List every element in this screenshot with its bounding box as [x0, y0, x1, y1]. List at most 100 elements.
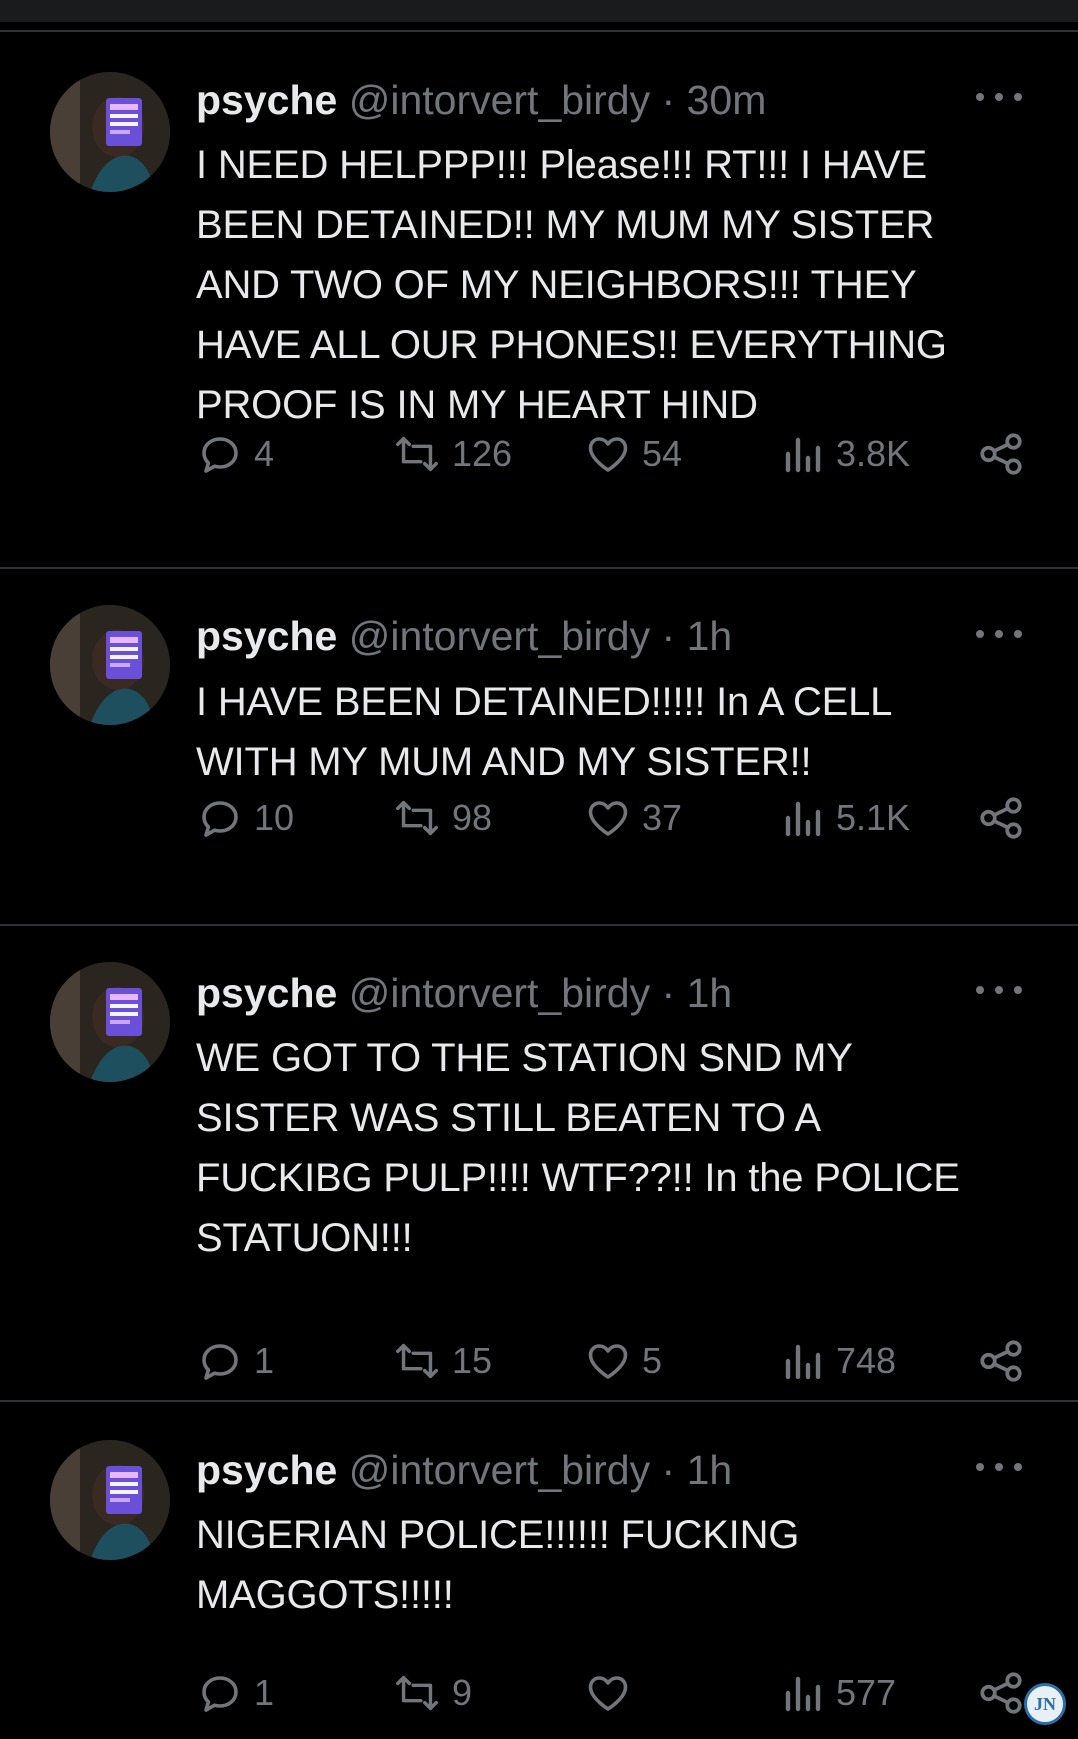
reply-icon: [202, 801, 238, 837]
views-count: 3.8K: [836, 433, 911, 474]
display-name[interactable]: psyche: [196, 970, 337, 1016]
tweet-header: psyche @intorvert_birdy · 1h: [196, 1445, 1038, 1495]
reply-button[interactable]: 1: [196, 1336, 274, 1386]
repost-button[interactable]: 98: [392, 793, 492, 843]
like-button[interactable]: 54: [584, 429, 682, 479]
like-icon: [588, 1676, 628, 1711]
display-name[interactable]: psyche: [196, 613, 337, 659]
repost-count: 126: [452, 433, 513, 474]
tweet[interactable]: psyche @intorvert_birdy · 30m I NEED HEL…: [0, 32, 1078, 567]
avatar-image: [50, 605, 170, 725]
display-name[interactable]: psyche: [196, 77, 337, 123]
share-button[interactable]: [976, 1336, 1026, 1386]
reply-count: 1: [254, 1672, 275, 1713]
repost-button[interactable]: 9: [392, 1668, 472, 1718]
separator-dot: ·: [661, 77, 676, 123]
views-icon: [785, 437, 821, 473]
separator-dot: ·: [661, 970, 676, 1016]
separator-dot: ·: [661, 613, 676, 659]
views-icon: [785, 801, 821, 837]
reply-count: 10: [254, 797, 295, 838]
views-count: 577: [836, 1672, 897, 1713]
repost-icon: [396, 436, 438, 472]
user-handle[interactable]: @intorvert_birdy: [349, 613, 650, 659]
tweet[interactable]: psyche @intorvert_birdy · 1h NIGERIAN PO…: [0, 1402, 1078, 1739]
tweet-text: I HAVE BEEN DETAINED!!!!! In A CELL WITH…: [196, 680, 893, 784]
repost-count: 15: [452, 1340, 493, 1381]
more-options-icon[interactable]: [976, 624, 1022, 644]
repost-icon: [396, 1343, 438, 1379]
share-button[interactable]: [976, 793, 1026, 843]
views-count: 748: [836, 1340, 897, 1381]
views-count: 5.1K: [836, 797, 911, 838]
separator-dot: ·: [661, 1447, 676, 1493]
like-icon: [588, 1344, 628, 1379]
tweet-header: psyche @intorvert_birdy · 1h: [196, 611, 1038, 661]
reply-count: 1: [254, 1340, 275, 1381]
more-options-icon[interactable]: [976, 980, 1022, 1000]
like-icon: [588, 801, 628, 836]
repost-button[interactable]: 15: [392, 1336, 492, 1386]
tweet-header: psyche @intorvert_birdy · 30m: [196, 75, 1038, 125]
tweet[interactable]: psyche @intorvert_birdy · 1h WE GOT TO T…: [0, 926, 1078, 1400]
repost-button[interactable]: 126: [392, 429, 512, 479]
more-options-icon[interactable]: [976, 1457, 1022, 1477]
like-icon: [588, 437, 628, 472]
status-bar: [0, 0, 1078, 22]
views-button[interactable]: 5.1K: [782, 793, 910, 843]
avatar[interactable]: [50, 962, 170, 1082]
reply-button[interactable]: 4: [196, 429, 274, 479]
reply-count: 4: [254, 433, 275, 474]
avatar-image: [50, 962, 170, 1082]
timestamp[interactable]: 1h: [687, 613, 733, 659]
action-bar: 1 9 577: [196, 1668, 1036, 1718]
repost-count: 9: [452, 1672, 473, 1713]
timestamp[interactable]: 1h: [687, 1447, 733, 1493]
tweet-text: WE GOT TO THE STATION SND MY SISTER WAS …: [196, 1036, 960, 1260]
timestamp[interactable]: 1h: [687, 970, 733, 1016]
like-count: 5: [642, 1340, 663, 1381]
like-button[interactable]: 5: [584, 1336, 662, 1386]
repost-icon: [396, 800, 438, 836]
views-icon: [785, 1344, 821, 1380]
reply-icon: [202, 437, 238, 473]
reply-button[interactable]: 10: [196, 793, 294, 843]
avatar[interactable]: [50, 72, 170, 192]
user-handle[interactable]: @intorvert_birdy: [349, 77, 650, 123]
action-bar: 10 98 37 5.1K: [196, 793, 1036, 843]
avatar[interactable]: [50, 1440, 170, 1560]
avatar-image: [50, 72, 170, 192]
tweet-text: NIGERIAN POLICE!!!!!! FUCKING MAGGOTS!!!…: [196, 1513, 800, 1617]
views-icon: [785, 1676, 821, 1712]
tweet-text: I NEED HELPPP!!! Please!!! RT!!! I HAVE …: [196, 143, 947, 427]
share-button[interactable]: [976, 429, 1026, 479]
watermark-logo: JN: [1024, 1683, 1066, 1725]
like-count: 54: [642, 433, 683, 474]
like-count: 37: [642, 797, 683, 838]
like-button[interactable]: 37: [584, 793, 682, 843]
views-button[interactable]: 748: [782, 1336, 896, 1386]
more-options-icon[interactable]: [976, 87, 1022, 107]
action-bar: 4 126 54 3.8K: [196, 429, 1036, 479]
tweet-header: psyche @intorvert_birdy · 1h: [196, 968, 1038, 1018]
avatar[interactable]: [50, 605, 170, 725]
user-handle[interactable]: @intorvert_birdy: [349, 1447, 650, 1493]
like-button[interactable]: [584, 1668, 642, 1718]
action-bar: 1 15 5 748: [196, 1336, 1036, 1386]
share-button[interactable]: [976, 1668, 1026, 1718]
share-icon: [980, 1340, 1022, 1382]
avatar-image: [50, 1440, 170, 1560]
reply-icon: [202, 1344, 238, 1380]
views-button[interactable]: 577: [782, 1668, 896, 1718]
share-icon: [980, 433, 1022, 475]
repost-count: 98: [452, 797, 493, 838]
views-button[interactable]: 3.8K: [782, 429, 910, 479]
reply-icon: [202, 1676, 238, 1712]
repost-icon: [396, 1675, 438, 1711]
reply-button[interactable]: 1: [196, 1668, 274, 1718]
tweet[interactable]: psyche @intorvert_birdy · 1h I HAVE BEEN…: [0, 569, 1078, 924]
display-name[interactable]: psyche: [196, 1447, 337, 1493]
share-icon: [980, 797, 1022, 839]
timestamp[interactable]: 30m: [687, 77, 767, 123]
user-handle[interactable]: @intorvert_birdy: [349, 970, 650, 1016]
